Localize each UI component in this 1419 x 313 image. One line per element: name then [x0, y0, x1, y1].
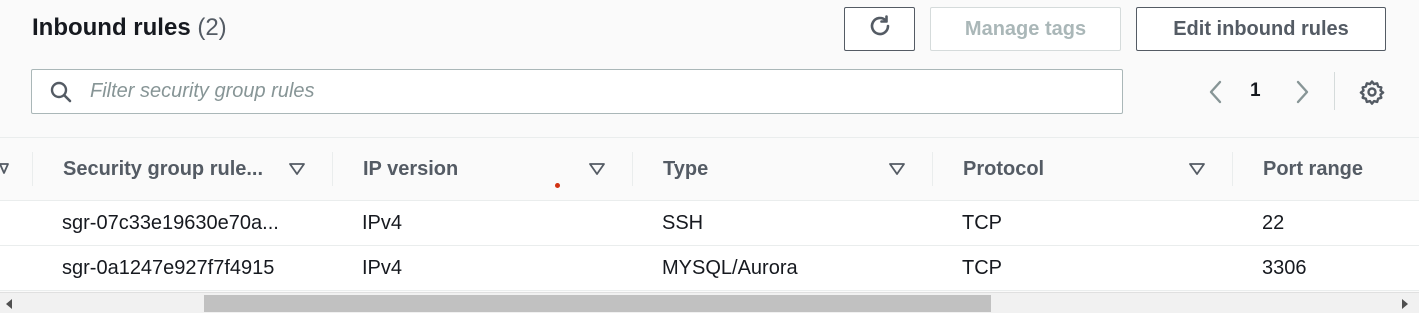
cell-type: SSH	[662, 212, 704, 234]
chevron-right-icon[interactable]	[1292, 78, 1314, 106]
rule-count: (2)	[197, 14, 227, 41]
horizontal-scrollbar[interactable]	[0, 292, 1419, 313]
cell-rule-id: sgr-07c33e19630e70a...	[62, 212, 279, 234]
sort-icon[interactable]	[889, 162, 905, 176]
cursor-marker	[555, 183, 560, 188]
sort-icon[interactable]	[589, 162, 605, 176]
column-divider[interactable]	[632, 152, 633, 186]
scrollbar-thumb[interactable]	[204, 295, 991, 312]
column-label: Protocol	[963, 158, 1045, 180]
chevron-left-icon[interactable]	[1204, 78, 1226, 106]
column-label: Security group rule...	[63, 158, 264, 180]
column-header-rule-id[interactable]: Security group rule...	[63, 138, 303, 201]
column-divider[interactable]	[332, 152, 333, 186]
cell-protocol: TCP	[962, 212, 1002, 234]
column-divider[interactable]	[932, 152, 933, 186]
scroll-right-arrow-icon[interactable]	[1402, 299, 1408, 309]
search-field[interactable]	[31, 69, 1123, 114]
manage-tags-button[interactable]: Manage tags	[930, 7, 1121, 51]
search-icon	[32, 81, 90, 103]
column-divider[interactable]	[1232, 152, 1233, 186]
sort-icon[interactable]	[1189, 162, 1205, 176]
column-label: IP version	[363, 158, 459, 180]
search-input[interactable]	[90, 80, 1090, 103]
edit-inbound-rules-button[interactable]: Edit inbound rules	[1136, 7, 1386, 51]
column-header-port-range[interactable]: Port range	[1263, 138, 1413, 201]
refresh-icon	[867, 13, 893, 45]
column-divider[interactable]	[32, 152, 33, 186]
cell-port-range: 3306	[1262, 257, 1307, 279]
cell-port-range: 22	[1262, 212, 1285, 234]
column-label: Port range	[1263, 158, 1364, 180]
scroll-left-arrow-icon[interactable]	[6, 299, 12, 309]
table-row[interactable]: sgr-0a1247e927f7f4915 IPv4 MYSQL/Aurora …	[0, 246, 1419, 291]
column-header-protocol[interactable]: Protocol	[963, 138, 1183, 201]
rules-table: Security group rule... IP version Type P…	[0, 137, 1419, 291]
cell-ip-version: IPv4	[362, 212, 403, 234]
column-header-type[interactable]: Type	[663, 138, 883, 201]
refresh-button[interactable]	[844, 7, 915, 51]
page-title: Inbound rules (2)	[32, 14, 227, 42]
sort-icon[interactable]	[289, 162, 305, 176]
title-text: Inbound rules	[32, 14, 191, 41]
column-header-ip-version[interactable]: IP version	[363, 138, 583, 201]
cell-protocol: TCP	[962, 257, 1002, 279]
inbound-rules-panel: Inbound rules (2) Manage tags Edit inbou…	[0, 0, 1419, 313]
cell-type: MYSQL/Aurora	[662, 257, 798, 279]
cell-ip-version: IPv4	[362, 257, 403, 279]
sort-icon[interactable]	[0, 162, 16, 176]
cell-rule-id: sgr-0a1247e927f7f4915	[62, 257, 275, 279]
table-row[interactable]: sgr-07c33e19630e70a... IPv4 SSH TCP 22	[0, 201, 1419, 246]
table-header: Security group rule... IP version Type P…	[0, 138, 1419, 201]
gear-icon[interactable]	[1358, 78, 1386, 106]
column-label: Type	[663, 158, 709, 180]
current-page-number[interactable]: 1	[1250, 80, 1261, 102]
pagination-divider	[1334, 72, 1335, 110]
